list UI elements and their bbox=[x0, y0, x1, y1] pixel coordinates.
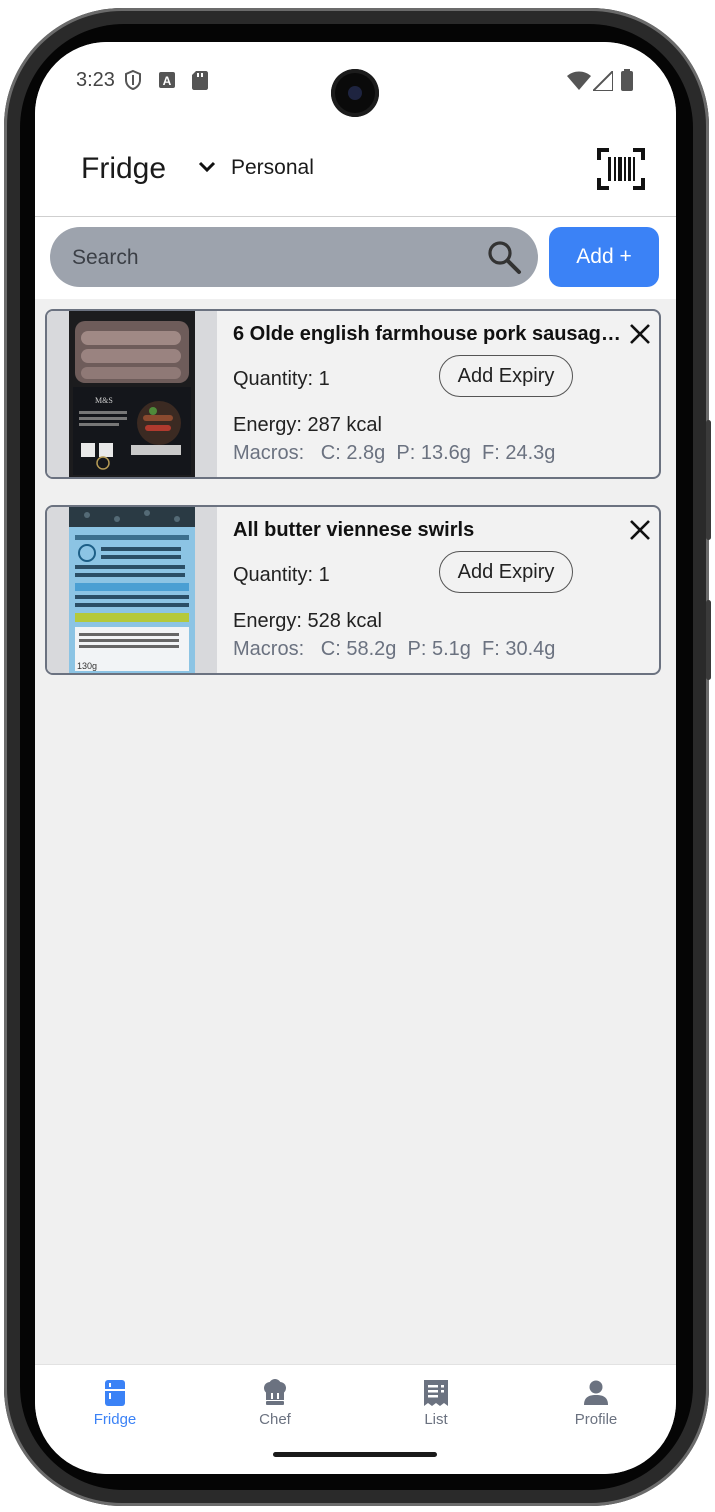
nav-label-profile: Profile bbox=[574, 1411, 618, 1428]
item-macros: Macros: C: 2.8g P: 13.6g F: 24.3g bbox=[233, 442, 556, 464]
nav-tab-list[interactable]: List bbox=[376, 1379, 496, 1439]
person-icon bbox=[584, 1380, 608, 1405]
food-item-card[interactable]: M&S 6 Olde english farmhouse pork sausag… bbox=[45, 309, 661, 479]
nav-label-chef: Chef bbox=[259, 1411, 291, 1428]
wifi-icon bbox=[567, 71, 591, 96]
bottom-navigation: Fridge Chef List Profile bbox=[35, 1364, 676, 1474]
text-a-icon: A bbox=[159, 72, 175, 93]
add-expiry-button[interactable]: Add Expiry bbox=[439, 551, 573, 593]
chef-hat-icon bbox=[264, 1379, 286, 1405]
shield-icon bbox=[123, 69, 143, 96]
space-selector[interactable]: Personal bbox=[231, 156, 314, 180]
list-icon bbox=[424, 1380, 448, 1406]
nav-tab-fridge[interactable]: Fridge bbox=[55, 1379, 175, 1439]
battery-icon bbox=[621, 69, 633, 96]
search-row: Add + bbox=[35, 217, 676, 299]
item-quantity: Quantity: 1 bbox=[233, 564, 330, 586]
item-quantity: Quantity: 1 bbox=[233, 368, 330, 390]
fridge-icon bbox=[105, 1380, 125, 1406]
volume-button bbox=[706, 420, 711, 540]
svg-text:A: A bbox=[163, 74, 172, 88]
search-bar[interactable] bbox=[50, 227, 538, 289]
search-input[interactable] bbox=[70, 227, 474, 289]
item-macros: Macros: C: 58.2g P: 5.1g F: 30.4g bbox=[233, 638, 556, 660]
barcode-scanner-icon[interactable] bbox=[597, 148, 645, 190]
svg-text:130g: 130g bbox=[77, 661, 97, 671]
nav-tab-chef[interactable]: Chef bbox=[215, 1379, 335, 1439]
product-image: 130g bbox=[47, 507, 217, 673]
power-button bbox=[706, 600, 711, 680]
app-screen: 3:23 A Fridge Personal Search Add + M&S … bbox=[35, 42, 676, 1474]
item-energy: Energy: 528 kcal bbox=[233, 610, 382, 632]
status-bar: 3:23 A bbox=[35, 42, 676, 122]
svg-text:M&S: M&S bbox=[95, 396, 113, 405]
sd-card-icon bbox=[192, 71, 208, 95]
item-name: All butter viennese swirls bbox=[233, 519, 475, 541]
item-energy: Energy: 287 kcal bbox=[233, 414, 382, 436]
item-name: 6 Olde english farmhouse pork sausages bbox=[233, 323, 623, 345]
add-expiry-button[interactable]: Add Expiry bbox=[439, 355, 573, 397]
close-icon[interactable] bbox=[629, 323, 651, 350]
nav-tab-profile[interactable]: Profile bbox=[536, 1379, 656, 1439]
close-icon[interactable] bbox=[629, 519, 651, 546]
search-icon[interactable] bbox=[486, 239, 522, 280]
nav-label-fridge: Fridge bbox=[93, 1411, 137, 1428]
nav-label-list: List bbox=[424, 1411, 448, 1428]
front-camera bbox=[331, 69, 379, 117]
home-indicator[interactable] bbox=[273, 1452, 437, 1457]
page-title: Fridge bbox=[81, 152, 167, 185]
app-header: Fridge Personal bbox=[35, 122, 676, 217]
status-time: 3:23 bbox=[76, 69, 115, 91]
add-button[interactable]: Add + bbox=[549, 227, 659, 287]
chevron-down-icon[interactable] bbox=[197, 160, 217, 179]
food-item-card[interactable]: 130g All butter viennese swirls Quantity… bbox=[45, 505, 661, 675]
cellular-signal-icon bbox=[590, 68, 614, 96]
product-image: M&S bbox=[47, 311, 217, 477]
